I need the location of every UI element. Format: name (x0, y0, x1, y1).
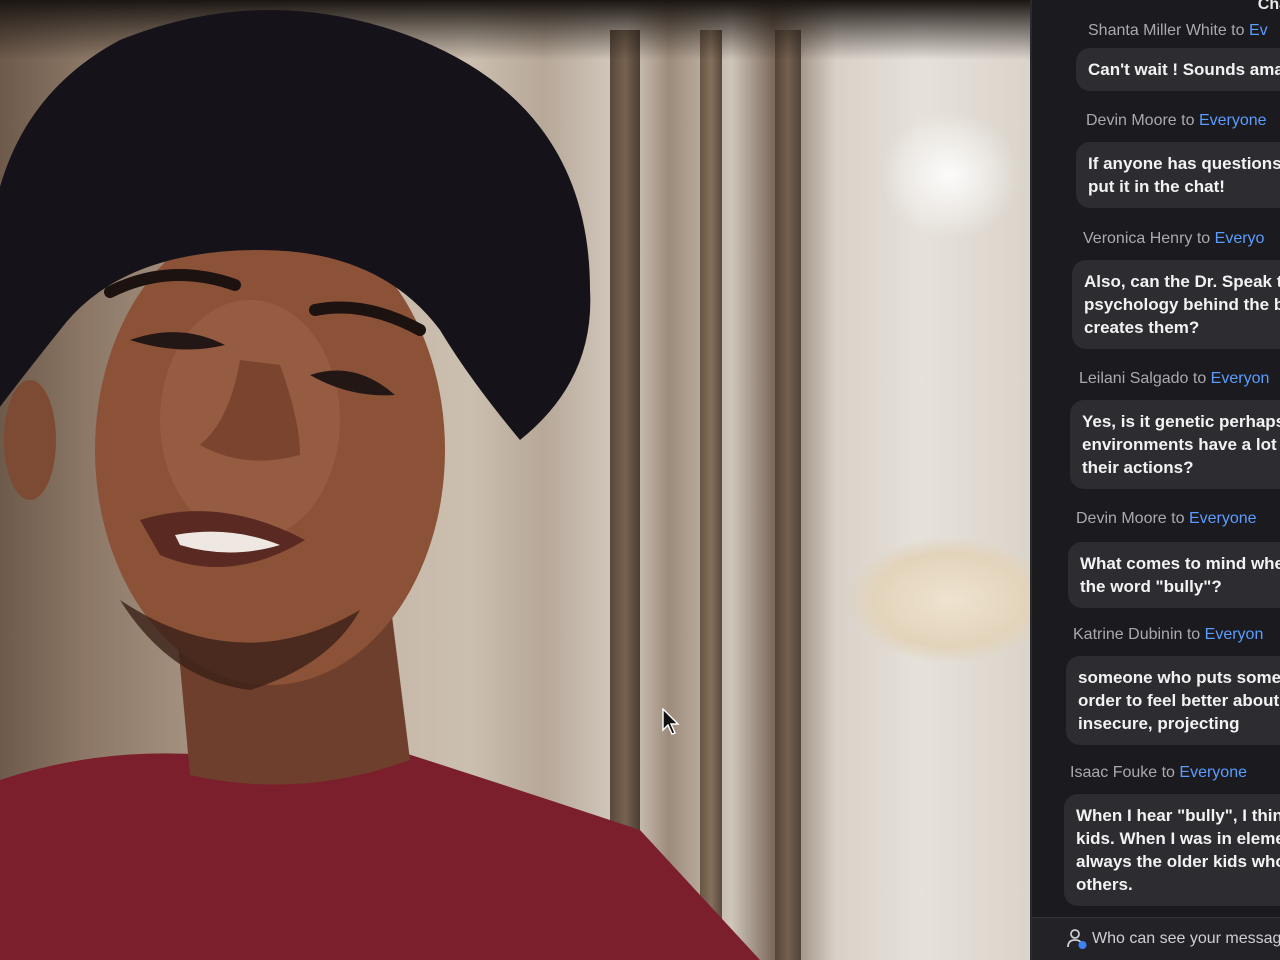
participant-video[interactable] (0, 0, 1045, 960)
message-header: Isaac Fouke to Everyone (1070, 764, 1247, 782)
message-line: their actions? (1082, 458, 1194, 477)
message-line: Also, can the Dr. Speak t (1084, 272, 1280, 291)
chat-message-list[interactable]: Shanta Miller White to Ev Can't wait ! S… (1032, 0, 1280, 920)
message-line: the word "bully"? (1080, 577, 1222, 596)
message-bubble: Can't wait ! Sounds ama (1076, 48, 1280, 91)
message-visibility-link[interactable]: Who can see your messag (1092, 930, 1280, 948)
mouse-cursor-icon (662, 708, 680, 735)
message-line: What comes to mind whe (1080, 554, 1280, 573)
message-line: put it in the chat! (1088, 177, 1225, 196)
recipient-name[interactable]: Everyone (1199, 112, 1267, 129)
message-header: Devin Moore to Everyone (1086, 112, 1267, 130)
message-header: Leilani Salgado to Everyon (1079, 370, 1269, 388)
background-light (880, 110, 1020, 240)
meeting-window: Cha Shanta Miller White to Ev Can't wait… (0, 0, 1280, 960)
chat-footer: Who can see your messag (1032, 917, 1280, 960)
message-line: insecure, projecting (1078, 714, 1240, 733)
recipient-name[interactable]: Everyon (1211, 370, 1270, 387)
to-word: to (1181, 112, 1195, 129)
participant-person (0, 10, 760, 960)
recipient-name[interactable]: Everyone (1189, 510, 1257, 527)
message-bubble: If anyone has questions put it in the ch… (1076, 142, 1280, 208)
message-line: If anyone has questions (1088, 154, 1280, 173)
sender-name: Katrine Dubinin (1073, 626, 1183, 643)
recipient-name[interactable]: Everyo (1215, 230, 1265, 247)
sender-name: Devin Moore (1076, 510, 1167, 527)
sender-name: Veronica Henry (1083, 230, 1193, 247)
message-line: Can't wait ! Sounds ama (1088, 60, 1280, 79)
to-word: to (1186, 626, 1201, 643)
message-line: psychology behind the b (1084, 295, 1280, 314)
to-word: to (1231, 22, 1245, 39)
message-header: Shanta Miller White to Ev (1088, 22, 1268, 40)
message-header: Veronica Henry to Everyo (1083, 230, 1264, 248)
message-line: environments have a lot t (1082, 435, 1280, 454)
recipient-name[interactable]: Everyone (1179, 764, 1247, 781)
message-bubble: When I hear "bully", I think kids. When … (1064, 794, 1280, 906)
message-line: creates them? (1084, 318, 1200, 337)
sender-name: Isaac Fouke (1070, 764, 1158, 781)
background-table (850, 540, 1045, 660)
recipient-name[interactable]: Everyon (1205, 626, 1264, 643)
sender-name: Shanta Miller White (1088, 22, 1227, 39)
message-line: always the older kids who (1076, 852, 1280, 871)
to-word: to (1196, 230, 1211, 247)
person-visibility-icon[interactable] (1066, 928, 1088, 950)
ear (4, 380, 56, 500)
message-line: others. (1076, 875, 1133, 894)
background-pillar (775, 30, 801, 960)
message-bubble: Also, can the Dr. Speak t psychology beh… (1072, 260, 1280, 349)
to-word: to (1171, 510, 1185, 527)
message-header: Katrine Dubinin to Everyon (1073, 626, 1263, 644)
message-line: Yes, is it genetic perhaps (1082, 412, 1280, 431)
message-line: kids. When I was in elemer (1076, 829, 1280, 848)
message-bubble: What comes to mind whe the word "bully"? (1068, 542, 1280, 608)
recipient-name[interactable]: Ev (1249, 22, 1268, 39)
sender-name: Devin Moore (1086, 112, 1177, 129)
message-bubble: Yes, is it genetic perhaps environments … (1070, 400, 1280, 489)
to-word: to (1192, 370, 1207, 387)
message-line: order to feel better about (1078, 691, 1280, 710)
message-header: Devin Moore to Everyone (1076, 510, 1257, 528)
message-line: When I hear "bully", I think (1076, 806, 1280, 825)
shirt (0, 745, 760, 960)
message-line: someone who puts someo (1078, 668, 1280, 687)
chat-panel: Cha Shanta Miller White to Ev Can't wait… (1030, 0, 1280, 960)
sender-name: Leilani Salgado (1079, 370, 1189, 387)
message-bubble: someone who puts someo order to feel bet… (1066, 656, 1280, 745)
to-word: to (1161, 764, 1175, 781)
